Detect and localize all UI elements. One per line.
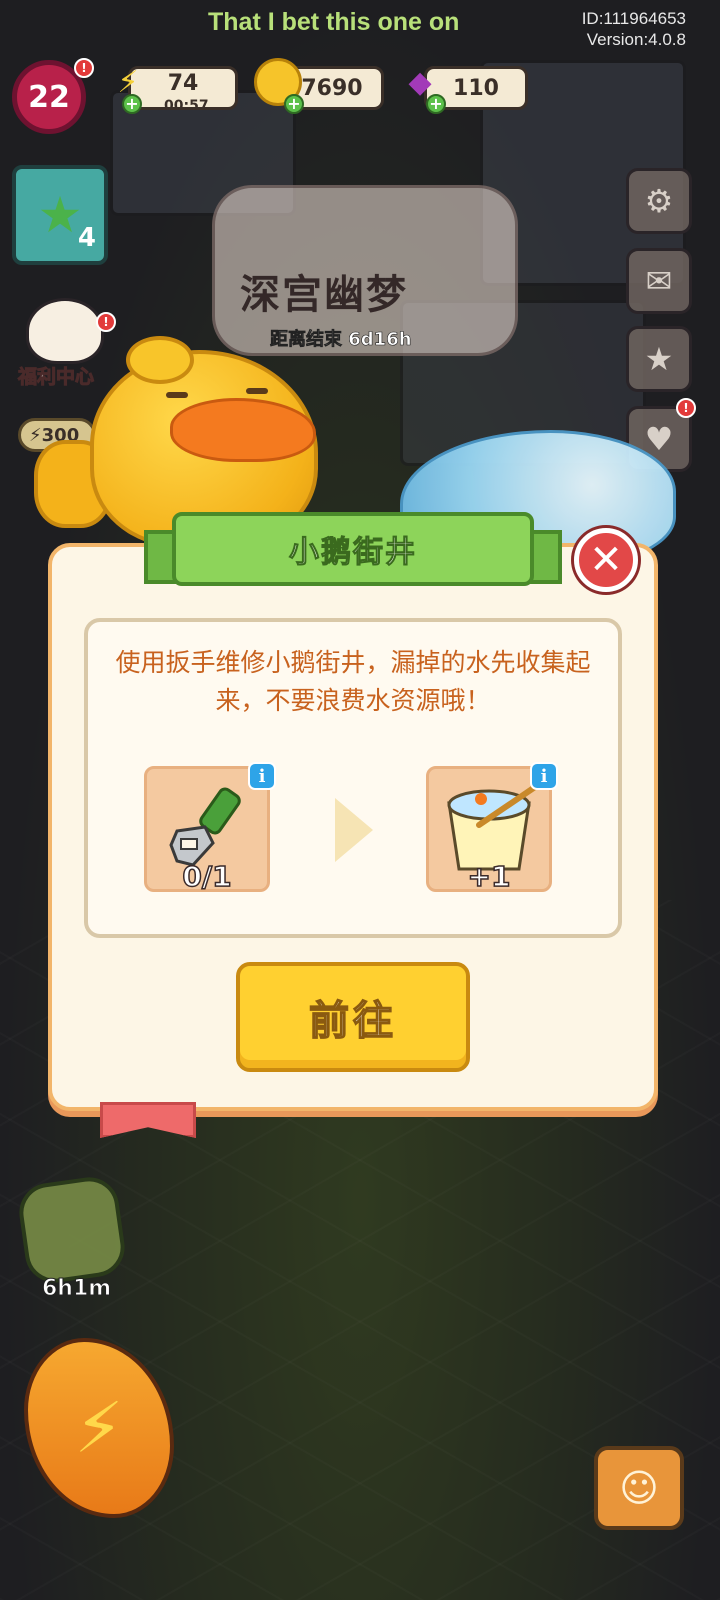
mascot-eye — [166, 392, 188, 398]
task-count: 4 — [77, 223, 96, 253]
task-clipboard-button[interactable]: ★ 4 — [12, 165, 108, 265]
notification-dot: ! — [96, 312, 116, 332]
energy-value: 74 — [167, 70, 199, 96]
hydrant-cap — [126, 336, 194, 384]
reward-info-button[interactable]: i — [530, 762, 558, 790]
settings-gear-icon[interactable]: ⚙ — [626, 168, 692, 234]
lightning-icon: ⚡ — [74, 1387, 124, 1469]
production-timer: 6h1m — [41, 1276, 112, 1302]
go-button-label: 前往 — [308, 997, 397, 1045]
player-id-label: ID:111964653 — [581, 9, 686, 28]
requirement-info-button[interactable]: i — [248, 762, 276, 790]
go-button[interactable]: 前往 — [236, 962, 470, 1072]
energy-timer: 00:57 — [164, 98, 209, 114]
arrow-right-icon — [335, 798, 373, 862]
player-info: ID:111964653 Version:4.0.8 — [582, 8, 686, 50]
star-icon: ★ — [37, 186, 83, 244]
gem-value: 110 — [453, 75, 499, 101]
add-gems-icon[interactable]: + — [426, 94, 446, 114]
dialog-title: 小鹅街井 — [289, 535, 417, 571]
coin-value: 7690 — [301, 75, 363, 101]
quest-description: 使用扳手维修小鹅街井，漏掉的水先收集起来，不要浪费水资源哦！ — [115, 648, 591, 715]
achievement-medal-icon[interactable]: ★ — [626, 326, 692, 392]
event-countdown: 距离结束 6d16h — [270, 329, 412, 351]
reward-count: +1 — [467, 859, 511, 894]
production-item-button[interactable] — [15, 1173, 129, 1287]
chat-icon: ☺ — [619, 1466, 659, 1510]
add-coins-icon[interactable]: + — [284, 94, 304, 114]
chat-button[interactable]: ☺ — [594, 1446, 684, 1530]
mascot-eye — [246, 388, 268, 394]
notification-dot: ! — [74, 58, 94, 78]
level-value: 22 — [28, 79, 70, 115]
video-subtitle: That I bet this one on — [208, 8, 460, 36]
close-button[interactable]: ✕ — [574, 528, 638, 592]
production-item-frame — [15, 1173, 129, 1287]
close-icon: ✕ — [589, 537, 623, 583]
welfare-mascot-icon — [26, 298, 104, 364]
requirement-count: 0/1 — [182, 859, 233, 894]
welfare-center-button[interactable]: 福利中心 — [14, 298, 114, 389]
info-icon: i — [258, 765, 266, 787]
version-label: Version:4.0.8 — [586, 30, 686, 49]
notification-dot: ! — [676, 398, 696, 418]
welfare-label: 福利中心 — [17, 366, 95, 389]
event-title: 深宫幽梦 — [240, 271, 408, 318]
add-energy-icon[interactable]: + — [122, 94, 142, 114]
mail-icon[interactable]: ✉ — [626, 248, 692, 314]
dialog-title-ribbon: 小鹅街井 — [172, 512, 534, 586]
info-icon: i — [540, 765, 548, 787]
